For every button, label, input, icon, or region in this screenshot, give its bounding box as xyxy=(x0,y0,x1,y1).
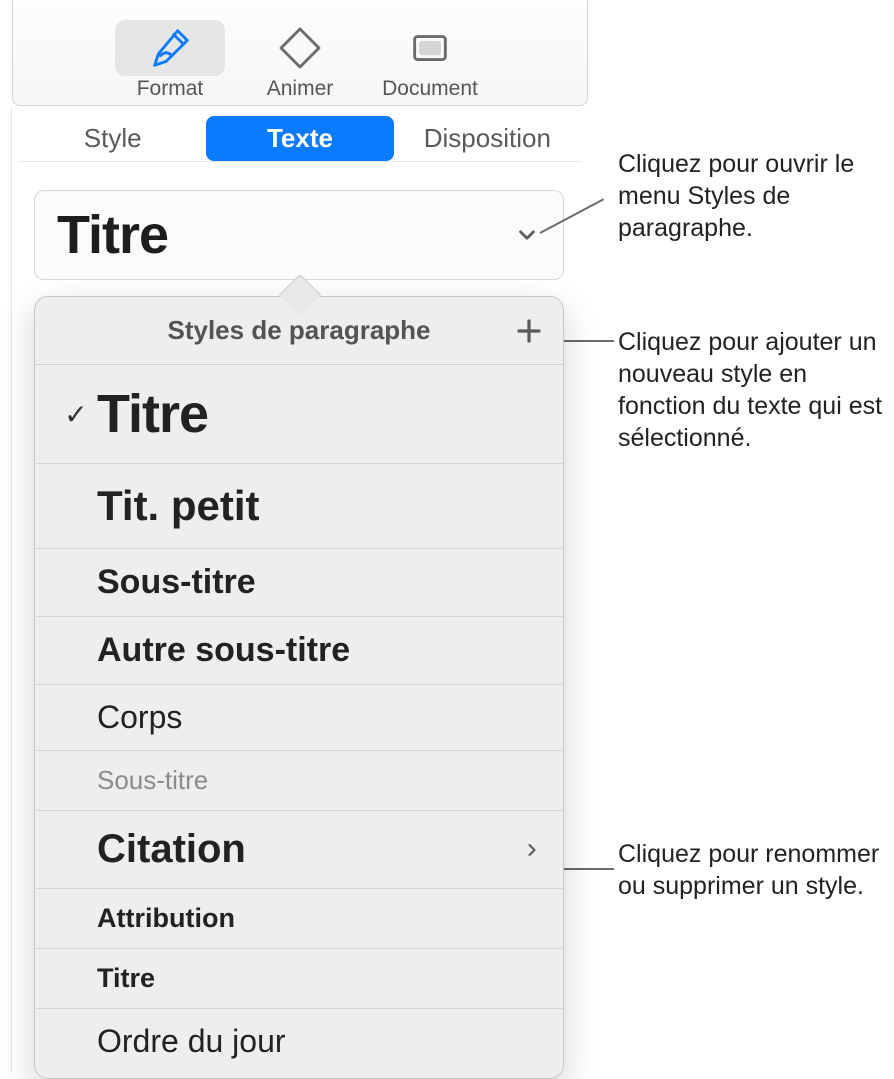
inspector-toolbar: Format Animer Document xyxy=(12,0,588,106)
toolbar-document-label: Document xyxy=(382,78,478,99)
callout-open-menu: Cliquez pour ouvrir le menu Styles de pa… xyxy=(618,148,894,244)
style-row-label: Corps xyxy=(97,685,545,750)
animer-icon xyxy=(245,20,355,76)
toolbar-format-label: Format xyxy=(137,78,204,99)
add-style-button[interactable] xyxy=(511,313,547,349)
style-row[interactable]: ✓Titre xyxy=(35,365,563,463)
style-row[interactable]: Tit. petit xyxy=(35,463,563,548)
format-icon xyxy=(115,20,225,76)
paragraph-style-selector[interactable]: Titre xyxy=(34,190,564,280)
tab-style[interactable]: Style xyxy=(19,116,206,161)
paragraph-style-current: Titre xyxy=(57,204,513,266)
style-row-label: Tit. petit xyxy=(97,464,545,548)
style-row[interactable]: Ordre du jour xyxy=(35,1008,563,1074)
text-inspector-tabs: Style Texte Disposition xyxy=(19,116,581,162)
style-row-label: Sous-titre xyxy=(97,549,545,616)
chevron-right-icon[interactable] xyxy=(519,840,545,860)
popover-title: Styles de paragraphe xyxy=(168,315,431,346)
gutter-line xyxy=(11,108,12,1073)
tab-texte[interactable]: Texte xyxy=(206,116,393,161)
style-row-label: Titre xyxy=(97,365,545,463)
callout-add-style: Cliquez pour ajouter un nouveau style en… xyxy=(618,326,894,454)
style-row[interactable]: Sous-titre xyxy=(35,750,563,810)
style-row-label: Ordre du jour xyxy=(97,1009,545,1074)
style-row-label: Autre sous-titre xyxy=(97,617,545,684)
tab-disposition[interactable]: Disposition xyxy=(394,116,581,161)
chevron-down-icon xyxy=(513,221,541,249)
checkmark-icon: ✓ xyxy=(55,398,97,431)
toolbar-document[interactable]: Document xyxy=(365,20,495,99)
paragraph-styles-popover: Styles de paragraphe ✓TitreTit. petitSou… xyxy=(34,296,564,1079)
style-row[interactable]: Citation xyxy=(35,810,563,888)
toolbar-format[interactable]: Format xyxy=(105,20,235,99)
document-icon xyxy=(375,20,485,76)
style-row-label: Citation xyxy=(97,811,519,888)
toolbar-animer[interactable]: Animer xyxy=(235,20,365,99)
style-row[interactable]: Corps xyxy=(35,684,563,750)
style-row[interactable]: Autre sous-titre xyxy=(35,616,563,684)
paragraph-style-list: ✓TitreTit. petitSous-titreAutre sous-tit… xyxy=(35,365,563,1074)
style-row-label: Sous-titre xyxy=(97,751,545,810)
style-row[interactable]: Titre xyxy=(35,948,563,1008)
style-row-label: Titre xyxy=(97,949,545,1008)
toolbar-animer-label: Animer xyxy=(267,78,334,99)
style-row-label: Attribution xyxy=(97,889,545,948)
style-row[interactable]: Sous-titre xyxy=(35,548,563,616)
callout-rename-delete: Cliquez pour renommer ou supprimer un st… xyxy=(618,838,894,902)
style-row[interactable]: Attribution xyxy=(35,888,563,948)
